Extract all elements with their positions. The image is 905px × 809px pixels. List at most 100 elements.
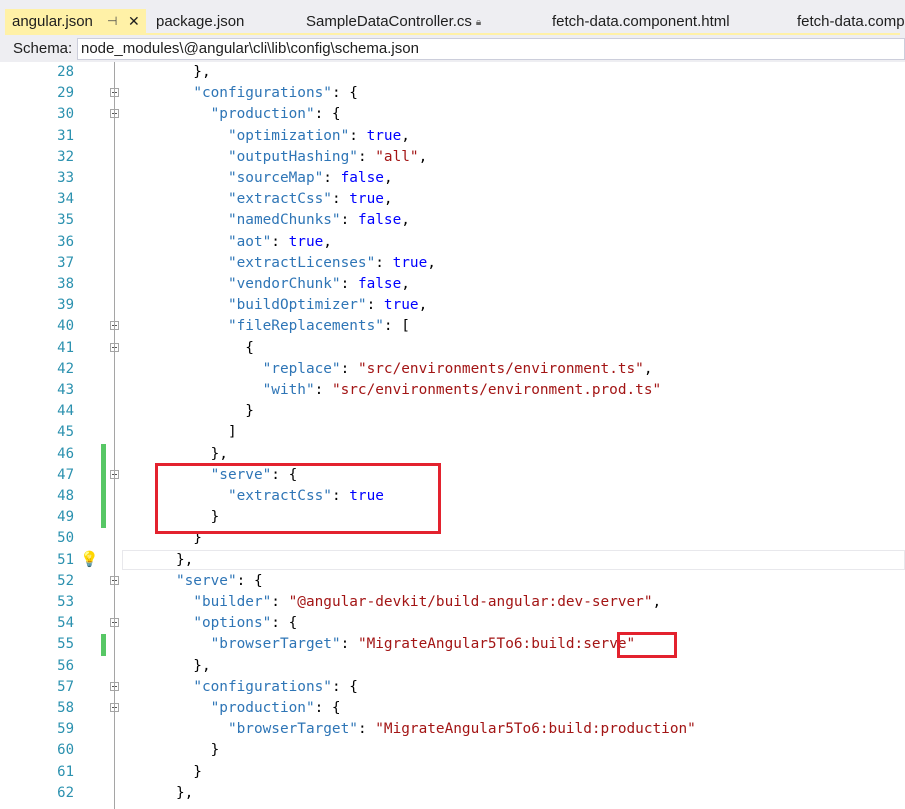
line-number: 57 [57,678,74,695]
code-line[interactable]: 34 "extractCss": true, [0,189,905,210]
code-line[interactable]: 32 "outputHashing": "all", [0,147,905,168]
code-text: "extractCss": true, [124,189,393,210]
json-key: "aot" [227,233,272,250]
code-line[interactable]: 28 }, [0,62,905,83]
code-line[interactable]: 44 } [0,401,905,422]
code-line[interactable]: 48 "extractCss": true [0,486,905,508]
json-punctuation [124,255,228,271]
code-editor[interactable]: 28 }, 29 "configurations": {30 "productio… [0,62,905,809]
json-keyword: false [340,170,384,186]
line-number: 33 [57,170,74,186]
code-line[interactable]: 58 "production": { [0,698,905,719]
tab-package-json[interactable]: package.json [156,9,244,34]
json-keyword: true [392,254,428,271]
code-line[interactable]: 41 { [0,338,905,359]
schema-field[interactable]: node_modules\@angular\cli\lib\config\sch… [77,38,905,60]
code-line[interactable]: 33 "sourceMap": false, [0,168,905,189]
code-line[interactable]: 54 "options": { [0,613,905,634]
json-punctuation: } [124,403,254,420]
close-icon[interactable]: ✕ [128,9,140,34]
lightbulb-icon[interactable]: 💡 [80,551,99,569]
code-line[interactable]: 53 "builder": "@angular-devkit/build-ang… [0,592,905,613]
json-punctuation: : [349,127,367,144]
json-punctuation: , [323,233,332,250]
code-text: "configurations": { [124,83,358,104]
json-key: "configurations" [193,678,332,695]
code-line[interactable]: 31 "optimization": true, [0,126,905,147]
tab-fetch-data-component-html[interactable]: fetch-data.component.html [552,9,730,34]
json-string: "@angular-devkit/build-angular:dev-serve… [288,594,653,610]
code-line[interactable]: 46 }, [0,443,905,465]
json-punctuation [124,234,228,250]
line-number: 55 [57,636,74,653]
line-number: 56 [57,657,74,674]
json-punctuation: : { [236,572,263,589]
json-punctuation [124,573,176,589]
code-text: "namedChunks": false, [124,210,410,231]
code-line[interactable]: 36 "aot": true, [0,232,905,253]
json-key: "extractLicenses" [227,254,376,271]
code-line[interactable]: 62 }, [0,783,905,804]
json-punctuation [124,212,228,228]
code-line[interactable]: 61 } [0,762,905,783]
code-line[interactable]: 50 } [0,528,905,549]
lock-icon: 🔒︎ [475,17,482,28]
code-line[interactable]: 57 "configurations": { [0,677,905,698]
line-number: 30 [57,106,74,123]
json-punctuation: , [427,254,436,271]
code-line[interactable]: 38 "vendorChunk": false, [0,274,905,295]
line-number: 60 [57,742,74,759]
code-line[interactable]: 60 } [0,740,905,761]
line-number: 32 [57,148,74,165]
code-line[interactable]: 37 "extractLicenses": true, [0,253,905,274]
code-line[interactable]: 55 "browserTarget": "MigrateAngular5To6:… [0,634,905,656]
tab-angular-json[interactable]: angular.json ⊣ ✕ [5,9,146,34]
code-line[interactable]: 29 "configurations": { [0,83,905,104]
pin-icon[interactable]: ⊣ [107,9,117,34]
json-key: "with" [262,382,315,398]
code-line[interactable]: 45 ] [0,422,905,443]
code-text: "production": { [124,104,341,125]
code-line[interactable]: 39 "buildOptimizer": true, [0,295,905,316]
code-line[interactable]: 47 "serve": { [0,464,905,486]
json-punctuation: : [357,721,376,738]
line-number: 47 [57,466,74,483]
code-line[interactable]: 43 "with": "src/environments/environment… [0,380,905,401]
code-line[interactable]: 30 "production": { [0,104,905,125]
code-line[interactable]: 49 } [0,507,905,529]
line-number: 52 [57,572,74,589]
line-number: 58 [57,700,74,716]
json-punctuation: }, [124,64,211,80]
code-text: "aot": true, [124,232,332,253]
json-punctuation [124,276,228,292]
json-punctuation: , [401,212,410,229]
code-text: "extractLicenses": true, [124,253,436,274]
code-line[interactable]: 42 "replace": "src/environments/environm… [0,359,905,380]
code-line[interactable]: 40 "fileReplacements": [ [0,316,905,337]
code-line[interactable]: 35 "namedChunks": false, [0,210,905,231]
code-line[interactable]: 59 "browserTarget": "MigrateAngular5To6:… [0,719,905,740]
json-punctuation: } [124,742,220,759]
tab-sampledatacontroller-cs[interactable]: SampleDataController.cs 🔒︎ [306,9,481,34]
json-key: "builder" [193,594,272,610]
tab-label: SampleDataController.cs [306,13,472,30]
json-punctuation [124,636,211,652]
json-punctuation: : { [314,106,341,123]
tab-fetch-data-comp[interactable]: fetch-data.comp [797,9,905,34]
schema-label: Schema: [13,40,73,57]
json-key: "vendorChunk" [227,276,341,292]
line-number: 54 [57,615,74,632]
line-number: 42 [57,360,74,377]
line-number: 45 [57,424,74,441]
schema-bar: Schema: node_modules\@angular\cli\lib\co… [0,37,905,63]
json-punctuation: : [271,233,289,250]
tab-label: fetch-data.comp [797,13,905,30]
code-text: }, [124,62,211,83]
json-string: "MigrateAngular5To6:build:production" [375,721,696,738]
code-line[interactable]: 52 "serve": { [0,571,905,592]
code-text: "buildOptimizer": true, [124,295,427,316]
json-key: "configurations" [193,85,332,102]
code-line[interactable]: 56 }, [0,656,905,677]
code-text: "production": { [124,698,341,719]
line-number: 31 [57,127,74,144]
